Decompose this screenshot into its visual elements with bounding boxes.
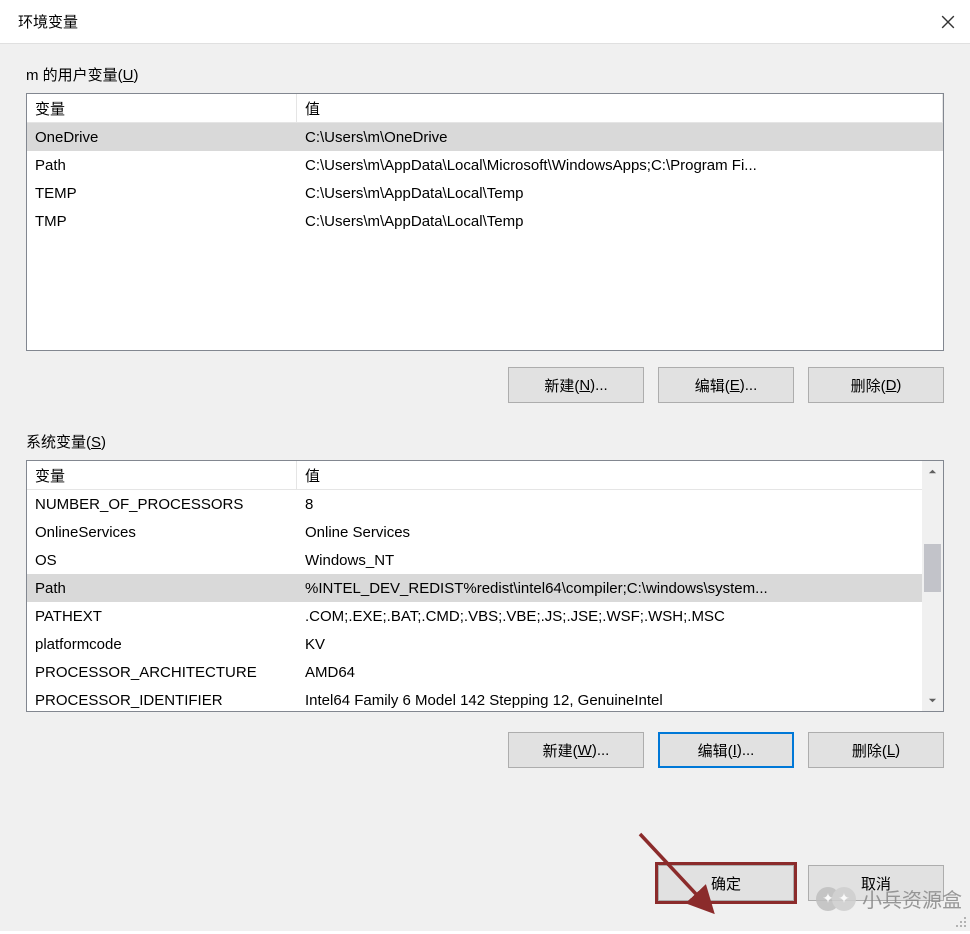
scroll-down-arrow-icon[interactable] xyxy=(922,690,943,711)
ok-button[interactable]: 确定 xyxy=(658,865,794,901)
delete-system-var-button[interactable]: 删除(L) xyxy=(808,732,944,768)
table-row[interactable]: OSWindows_NT xyxy=(27,546,922,574)
resize-grip-icon[interactable] xyxy=(954,915,968,929)
system-vars-list[interactable]: 变量 值 NUMBER_OF_PROCESSORS8OnlineServices… xyxy=(26,460,944,712)
new-user-var-button[interactable]: 新建(N)... xyxy=(508,367,644,403)
cell-variable: platformcode xyxy=(27,636,297,653)
table-row[interactable]: NUMBER_OF_PROCESSORS8 xyxy=(27,490,922,518)
cell-value: C:\Users\m\OneDrive xyxy=(297,129,943,146)
column-header-value[interactable]: 值 xyxy=(297,94,943,122)
cell-variable: PROCESSOR_ARCHITECTURE xyxy=(27,664,297,681)
cell-value: 8 xyxy=(297,496,922,513)
cell-variable: OS xyxy=(27,552,297,569)
cell-value: C:\Users\m\AppData\Local\Temp xyxy=(297,213,943,230)
column-header-value[interactable]: 值 xyxy=(297,461,943,489)
cell-variable: TMP xyxy=(27,213,297,230)
dialog-body: m 的用户变量(U) 变量 值 OneDriveC:\Users\m\OneDr… xyxy=(0,44,970,931)
table-row[interactable]: TEMPC:\Users\m\AppData\Local\Temp xyxy=(27,179,943,207)
cancel-button[interactable]: 取消 xyxy=(808,865,944,901)
cell-variable: Path xyxy=(27,157,297,174)
user-vars-list[interactable]: 变量 值 OneDriveC:\Users\m\OneDrivePathC:\U… xyxy=(26,93,944,351)
table-row[interactable]: TMPC:\Users\m\AppData\Local\Temp xyxy=(27,207,943,235)
new-system-var-button[interactable]: 新建(W)... xyxy=(508,732,644,768)
scroll-up-arrow-icon[interactable] xyxy=(922,461,943,482)
scroll-thumb[interactable] xyxy=(924,544,941,592)
system-vars-headers: 变量 值 xyxy=(27,461,943,490)
vertical-scrollbar[interactable] xyxy=(922,461,943,711)
dialog-buttons: 确定 取消 xyxy=(658,865,944,901)
cell-variable: PROCESSOR_IDENTIFIER xyxy=(27,692,297,709)
system-vars-buttons: 新建(W)... 编辑(I)... 删除(L) xyxy=(26,732,944,768)
edit-user-var-button[interactable]: 编辑(E)... xyxy=(658,367,794,403)
system-vars-label: 系统变量(S) xyxy=(26,431,944,452)
table-row[interactable]: PATHEXT.COM;.EXE;.BAT;.CMD;.VBS;.VBE;.JS… xyxy=(27,602,922,630)
titlebar: 环境变量 xyxy=(0,0,970,44)
column-header-variable[interactable]: 变量 xyxy=(27,94,297,122)
table-row[interactable]: OnlineServicesOnline Services xyxy=(27,518,922,546)
delete-user-var-button[interactable]: 删除(D) xyxy=(808,367,944,403)
scroll-track[interactable] xyxy=(922,482,943,690)
table-row[interactable]: platformcodeKV xyxy=(27,630,922,658)
user-vars-buttons: 新建(N)... 编辑(E)... 删除(D) xyxy=(26,367,944,403)
edit-system-var-button[interactable]: 编辑(I)... xyxy=(658,732,794,768)
cell-variable: PATHEXT xyxy=(27,608,297,625)
column-header-variable[interactable]: 变量 xyxy=(27,461,297,489)
table-row[interactable]: PROCESSOR_ARCHITECTUREAMD64 xyxy=(27,658,922,686)
cell-variable: TEMP xyxy=(27,185,297,202)
cell-variable: NUMBER_OF_PROCESSORS xyxy=(27,496,297,513)
cell-value: Intel64 Family 6 Model 142 Stepping 12, … xyxy=(297,692,922,709)
window-title: 环境变量 xyxy=(18,11,78,32)
cell-variable: OneDrive xyxy=(27,129,297,146)
cell-variable: OnlineServices xyxy=(27,524,297,541)
cell-value: AMD64 xyxy=(297,664,922,681)
user-vars-label: m 的用户变量(U) xyxy=(26,64,944,85)
cell-value: Windows_NT xyxy=(297,552,922,569)
cell-value: KV xyxy=(297,636,922,653)
user-vars-headers: 变量 值 xyxy=(27,94,943,123)
table-row[interactable]: OneDriveC:\Users\m\OneDrive xyxy=(27,123,943,151)
table-row[interactable]: PathC:\Users\m\AppData\Local\Microsoft\W… xyxy=(27,151,943,179)
cell-value: C:\Users\m\AppData\Local\Temp xyxy=(297,185,943,202)
table-row[interactable]: Path%INTEL_DEV_REDIST%redist\intel64\com… xyxy=(27,574,922,602)
cell-variable: Path xyxy=(27,580,297,597)
close-icon[interactable] xyxy=(940,14,956,30)
table-row[interactable]: PROCESSOR_IDENTIFIERIntel64 Family 6 Mod… xyxy=(27,686,922,712)
cell-value: Online Services xyxy=(297,524,922,541)
cell-value: .COM;.EXE;.BAT;.CMD;.VBS;.VBE;.JS;.JSE;.… xyxy=(297,608,922,625)
cell-value: %INTEL_DEV_REDIST%redist\intel64\compile… xyxy=(297,580,922,597)
cell-value: C:\Users\m\AppData\Local\Microsoft\Windo… xyxy=(297,157,943,174)
